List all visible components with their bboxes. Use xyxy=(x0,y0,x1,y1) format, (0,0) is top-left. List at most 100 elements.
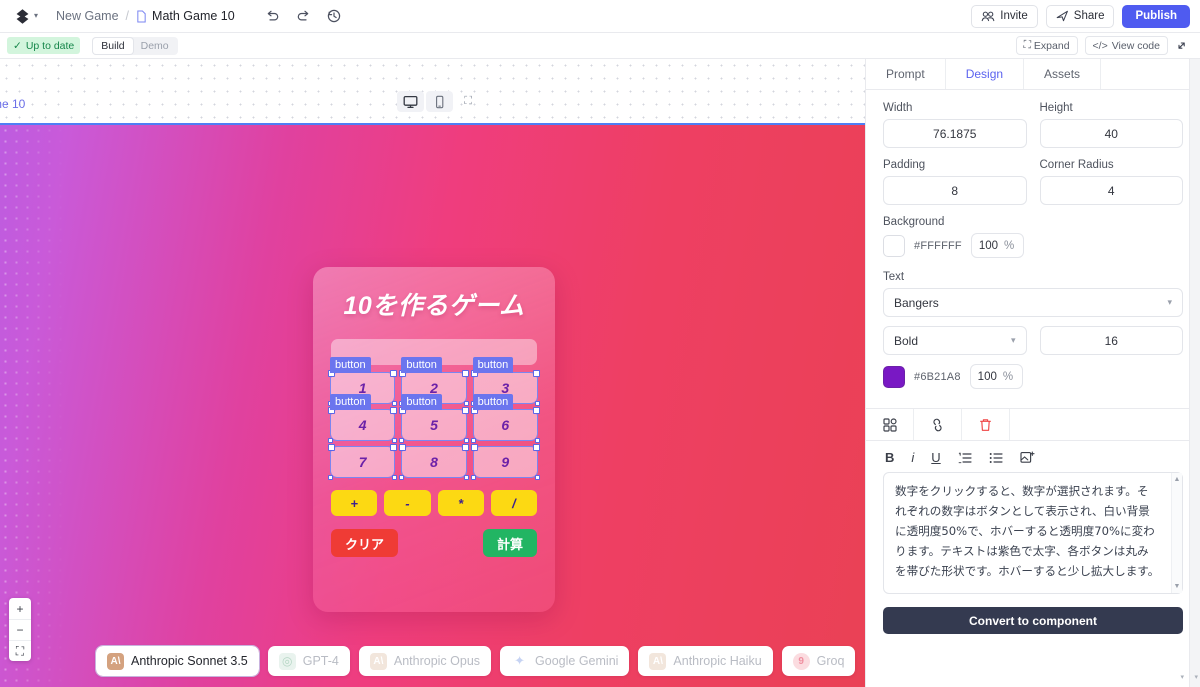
number-label: 4 xyxy=(358,417,367,433)
canvas-grid-zone[interactable]: me 10 ⛶ xyxy=(0,59,865,123)
game-title: 10を作るゲーム xyxy=(343,292,525,320)
element-tools-strip xyxy=(866,408,1200,441)
number-button-6[interactable]: button 6 xyxy=(470,394,541,443)
expand-button[interactable]: ⛶ Expand xyxy=(1015,36,1078,55)
font-weight-select[interactable]: Bold ▾ xyxy=(883,326,1027,355)
model-chip-opus[interactable]: A\ Anthropic Opus xyxy=(358,646,492,676)
width-input[interactable]: 76.1875 xyxy=(883,119,1027,148)
link-button[interactable] xyxy=(914,409,962,440)
number-button-4[interactable]: button 4 xyxy=(327,394,398,443)
corner-radius-input[interactable]: 4 xyxy=(1039,176,1183,205)
tools-filler xyxy=(1010,409,1200,440)
model-label: Anthropic Haiku xyxy=(673,654,762,668)
text-color-swatch[interactable] xyxy=(883,365,905,388)
font-size-input[interactable]: 16 xyxy=(1039,326,1183,355)
number-label: 6 xyxy=(501,417,510,433)
number-button-9[interactable]: 9 xyxy=(470,444,541,480)
people-icon xyxy=(981,11,995,21)
number-button-7[interactable]: 7 xyxy=(327,444,398,480)
tab-build[interactable]: Build xyxy=(93,37,133,54)
ordered-list-icon[interactable] xyxy=(958,452,972,464)
operator-row: + - * / xyxy=(331,490,537,516)
history-icon[interactable] xyxy=(327,9,341,23)
invite-button[interactable]: Invite xyxy=(971,4,1038,28)
underline-button[interactable]: U xyxy=(931,450,940,465)
spacing-row: Padding 8 Corner Radius 4 xyxy=(883,159,1183,205)
frame-label[interactable]: me 10 xyxy=(0,97,25,111)
game-card: 10を作るゲーム button 1 button 2 button 3 butt… xyxy=(313,267,555,612)
background-hex-value[interactable]: #FFFFFF xyxy=(914,240,962,252)
text-opacity-input[interactable]: 100 % xyxy=(969,364,1023,389)
bullet-list-icon[interactable] xyxy=(989,452,1003,464)
bold-button[interactable]: B xyxy=(885,450,894,465)
width-label: Width xyxy=(883,102,913,114)
model-chip-sonnet[interactable]: A\ Anthropic Sonnet 3.5 xyxy=(95,645,260,677)
rail-marker-b-icon: ▾ xyxy=(1194,674,1198,681)
model-chip-groq[interactable]: 9 Groq xyxy=(781,646,856,676)
padding-input[interactable]: 8 xyxy=(883,176,1027,205)
sub-bar: ✓ Up to date Build Demo ⛶ Expand </> Vie… xyxy=(0,33,1200,59)
tab-demo[interactable]: Demo xyxy=(133,38,177,54)
background-opacity-value: 100 xyxy=(978,239,999,252)
model-chip-haiku[interactable]: A\ Anthropic Haiku xyxy=(638,646,773,676)
height-input[interactable]: 40 xyxy=(1039,119,1183,148)
chevron-down-icon: ▾ xyxy=(34,11,39,20)
tab-prompt[interactable]: Prompt xyxy=(866,59,946,89)
add-image-icon[interactable] xyxy=(1020,451,1035,464)
right-panel: Prompt Design Assets Width 76.1875 Heigh… xyxy=(865,59,1200,687)
fullscreen-icon[interactable]: ⛶ xyxy=(464,95,472,108)
operator-button-plus[interactable]: + xyxy=(331,490,378,516)
number-button-5[interactable]: button 5 xyxy=(399,394,470,443)
diagonal-arrows-icon[interactable] xyxy=(1175,39,1188,52)
share-button[interactable]: Share xyxy=(1045,4,1115,28)
expand-corners-icon: ⛶ xyxy=(1023,39,1031,51)
size-row: Width 76.1875 Height 40 xyxy=(883,102,1183,148)
model-chip-gpt4[interactable]: ◎ GPT-4 xyxy=(267,646,350,676)
status-check-icon: ✓ xyxy=(13,39,22,52)
undo-icon[interactable] xyxy=(265,10,280,23)
code-brackets-icon: </> xyxy=(1092,39,1108,52)
number-button-8[interactable]: 8 xyxy=(399,444,470,480)
operator-button-minus[interactable]: - xyxy=(384,490,431,516)
device-desktop-button[interactable] xyxy=(397,91,425,112)
device-mobile-button[interactable] xyxy=(426,91,454,112)
delete-button[interactable] xyxy=(962,409,1010,440)
description-scrollbar[interactable]: ▲ ▼ xyxy=(1171,473,1182,593)
tab-design[interactable]: Design xyxy=(946,59,1025,89)
zoom-in-button[interactable]: + xyxy=(9,598,31,619)
app-logo-button[interactable]: ▾ xyxy=(10,8,44,25)
selection-tag: button xyxy=(401,394,442,410)
font-family-select[interactable]: Bangers ▾ xyxy=(883,288,1183,317)
tab-assets[interactable]: Assets xyxy=(1024,59,1102,89)
operator-button-divide[interactable]: / xyxy=(490,490,537,516)
components-button[interactable] xyxy=(866,409,914,440)
convert-to-component-button[interactable]: Convert to component xyxy=(883,607,1183,634)
model-selector-bar: A\ Anthropic Sonnet 3.5 ◎ GPT-4 A\ Anthr… xyxy=(0,635,865,687)
model-chip-gemini[interactable]: ✦ Google Gemini xyxy=(500,646,630,676)
publish-button[interactable]: Publish xyxy=(1122,4,1190,28)
phone-icon xyxy=(436,95,444,108)
text-hex-value[interactable]: #6B21A8 xyxy=(914,371,961,383)
properties-section: Width 76.1875 Height 40 Padding 8 Corner… xyxy=(866,90,1200,389)
operator-button-multiply[interactable]: * xyxy=(437,490,484,516)
view-code-button[interactable]: </> View code xyxy=(1084,36,1168,55)
description-text[interactable]: 数字をクリックすると、数字が選択されます。それぞれの数字はボタンとして表示され、… xyxy=(884,473,1171,593)
calculate-button[interactable]: 計算 xyxy=(482,529,537,557)
breadcrumb-project[interactable]: New Game xyxy=(56,9,119,23)
scroll-down-icon[interactable]: ▼ xyxy=(1174,583,1181,590)
rail-marker-a-icon: ▾ xyxy=(1180,674,1184,681)
groq-icon: 9 xyxy=(792,652,810,670)
selection-tag: button xyxy=(472,394,514,410)
app-preview: 10を作るゲーム button 1 button 2 button 3 butt… xyxy=(0,123,865,687)
breadcrumb-file[interactable]: Math Game 10 xyxy=(136,9,235,23)
description-textarea[interactable]: 数字をクリックすると、数字が選択されます。それぞれの数字はボタンとして表示され、… xyxy=(883,472,1183,594)
background-opacity-input[interactable]: 100 % xyxy=(970,233,1024,258)
italic-button[interactable]: i xyxy=(911,450,914,465)
number-label: 8 xyxy=(430,454,438,470)
panel-right-rail[interactable]: ▾ ▾ xyxy=(1180,59,1200,687)
background-color-swatch[interactable] xyxy=(883,234,905,257)
clear-button[interactable]: クリア xyxy=(331,529,399,557)
redo-icon[interactable] xyxy=(296,10,311,23)
font-weight-value: Bold xyxy=(894,333,919,348)
scroll-up-icon[interactable]: ▲ xyxy=(1174,476,1181,483)
